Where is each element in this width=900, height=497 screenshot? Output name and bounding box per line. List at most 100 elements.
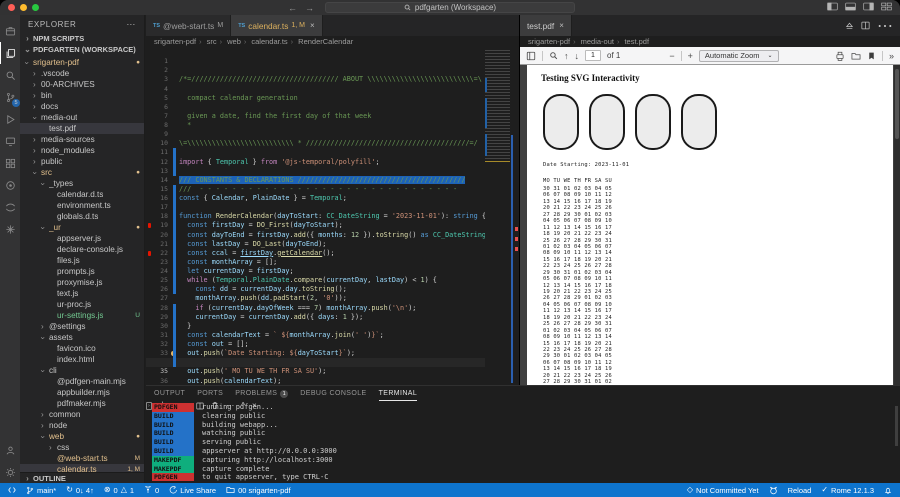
- nav-forward-icon[interactable]: →: [305, 3, 314, 13]
- live-share-status[interactable]: Live Share: [169, 486, 216, 495]
- code-line[interactable]: 35 return out.join('\n');: [146, 358, 485, 367]
- breadcrumb-item[interactable]: calendar.ts: [241, 37, 288, 46]
- code-line[interactable]: 9: [146, 121, 485, 130]
- pdf-tab[interactable]: test.pdf ×: [520, 15, 572, 36]
- tree-item[interactable]: test.pdf: [20, 123, 144, 134]
- tree-item[interactable]: environment.ts: [20, 200, 144, 211]
- code-line[interactable]: 37 /// - - - - - - - - - - - - - - - - -…: [146, 377, 485, 386]
- tree-item[interactable]: files.js: [20, 255, 144, 266]
- panel-tab[interactable]: DEBUG CONSOLE: [300, 386, 366, 401]
- workspace-section[interactable]: ⌄ PDFGARTEN (WORKSPACE): [20, 44, 144, 55]
- run-debug-icon[interactable]: [0, 108, 20, 130]
- toolbox-icon[interactable]: [0, 20, 20, 42]
- code-line[interactable]: 29 const calendarText = ` ${monthArray.j…: [146, 304, 485, 313]
- tree-item[interactable]: _types: [20, 178, 144, 189]
- tree-item[interactable]: index.html: [20, 354, 144, 365]
- search-view-icon[interactable]: [0, 64, 20, 86]
- ports-status[interactable]: 0: [144, 486, 159, 495]
- tree-item[interactable]: appserver.js: [20, 233, 144, 244]
- toggle-panel-icon[interactable]: [845, 2, 856, 11]
- tab-close-icon[interactable]: ×: [559, 21, 564, 30]
- code-line[interactable]: 22 let currentDay = firstDay;: [146, 240, 485, 249]
- code-line[interactable]: 25 monthArray.push(dd.padStart(2, '0'));: [146, 267, 485, 276]
- code-line[interactable]: 11: [146, 139, 485, 148]
- tree-item[interactable]: ur-settings.js U: [20, 310, 144, 321]
- tree-item[interactable]: public: [20, 156, 144, 167]
- tree-item[interactable]: common: [20, 409, 144, 420]
- pdf-zoom-out-icon[interactable]: −: [669, 51, 674, 61]
- pdf-viewport[interactable]: Testing SVG Interactivity Date Starting:…: [520, 65, 900, 385]
- code-line[interactable]: 36 }: [146, 367, 485, 376]
- tree-item[interactable]: .vscode: [20, 68, 144, 79]
- minimize-window-button[interactable]: [20, 4, 27, 11]
- tree-item[interactable]: @settings: [20, 321, 144, 332]
- lightbulb-icon[interactable]: [171, 351, 176, 356]
- github-status[interactable]: [769, 486, 778, 495]
- tree-item[interactable]: declare-console.js: [20, 244, 144, 255]
- minimap[interactable]: [485, 50, 510, 162]
- panel-tab[interactable]: PROBLEMS 1: [235, 386, 288, 401]
- code-line[interactable]: 14 const { Calendar, PlainDate } = Tempo…: [146, 167, 485, 176]
- code-line[interactable]: 4: [146, 75, 485, 84]
- code-line[interactable]: 20 const ccal = firstDay.getCalendar();: [146, 221, 485, 230]
- code-lines[interactable]: 1 /*=///////////////////////////////////…: [146, 48, 485, 385]
- code-line[interactable]: 33 out.push(' MO TU WE TH FR SA SU');: [146, 340, 485, 349]
- docker-icon[interactable]: [0, 174, 20, 196]
- pdf-zoom-select[interactable]: Automatic Zoom ⌄: [699, 50, 779, 62]
- tree-item[interactable]: appbuilder.mjs: [20, 387, 144, 398]
- split-editor-icon[interactable]: [861, 21, 870, 30]
- account-icon[interactable]: [0, 439, 20, 461]
- pdf-prev-page-icon[interactable]: ↑: [564, 51, 569, 61]
- tree-item[interactable]: @pdfgen-main.mjs: [20, 376, 144, 387]
- terminal-output[interactable]: PDFGEN running pdfgen... BUILD clearing …: [152, 403, 890, 481]
- tree-item[interactable]: web ●: [20, 431, 144, 442]
- tree-item[interactable]: pdfmaker.mjs: [20, 398, 144, 409]
- breadcrumb-item[interactable]: test.pdf: [614, 37, 649, 46]
- code-editor[interactable]: 1 /*=///////////////////////////////////…: [146, 47, 519, 385]
- settings-sync-icon[interactable]: [0, 218, 20, 240]
- problems-status[interactable]: ⊗ 0 △ 1: [104, 486, 134, 495]
- tree-item[interactable]: media-out: [20, 112, 144, 123]
- pdf-find-icon[interactable]: [549, 51, 558, 60]
- tree-item[interactable]: calendar.d.ts: [20, 189, 144, 200]
- editor-tab[interactable]: @web-start.ts M: [146, 15, 231, 36]
- tree-item[interactable]: favicon.ico: [20, 343, 144, 354]
- breadcrumb-item[interactable]: srigarten-pdf: [528, 37, 570, 46]
- customize-layout-icon[interactable]: [881, 2, 892, 11]
- code-line[interactable]: 16 function RenderCalendar(dayToStart: C…: [146, 185, 485, 194]
- code-line[interactable]: 19 const lastDay = DO_Last(dayToEnd);: [146, 212, 485, 221]
- formatter-status[interactable]: ✓ Rome 12.1.3: [821, 486, 874, 495]
- code-line[interactable]: 10 import { Temporal } from '@js-tempora…: [146, 130, 485, 139]
- code-line[interactable]: 28 }: [146, 294, 485, 303]
- code-line[interactable]: 6 *: [146, 94, 485, 103]
- tree-item[interactable]: node: [20, 420, 144, 431]
- code-line[interactable]: 21 const monthArray = [];: [146, 231, 485, 240]
- tree-item[interactable]: src ●: [20, 167, 144, 178]
- open-external-icon[interactable]: [845, 21, 854, 30]
- tree-item[interactable]: media-sources: [20, 134, 144, 145]
- tree-item[interactable]: srigarten-pdf ●: [20, 57, 144, 68]
- breadcrumb-item[interactable]: media-out: [570, 37, 614, 46]
- npm-scripts-section[interactable]: › NPM SCRIPTS: [20, 33, 144, 44]
- panel-tab[interactable]: PORTS: [197, 386, 223, 401]
- tree-item[interactable]: 00-ARCHIVES: [20, 79, 144, 90]
- breadcrumb-item[interactable]: RenderCalendar: [288, 37, 354, 46]
- notifications-bell[interactable]: [884, 486, 892, 495]
- toggle-sidebar-icon[interactable]: [827, 2, 838, 11]
- pdf-bookmark-icon[interactable]: [867, 51, 876, 61]
- code-line[interactable]: 24 const dd = currentDay.day.toString();: [146, 258, 485, 267]
- code-line[interactable]: 18 const dayToEnd = firstDay.add({ month…: [146, 203, 485, 212]
- tree-item[interactable]: @web-start.ts M: [20, 453, 144, 464]
- explorer-icon[interactable]: [0, 42, 20, 64]
- branch-status[interactable]: main*: [26, 486, 56, 495]
- tree-item[interactable]: cli: [20, 365, 144, 376]
- pdf-more-tools-icon[interactable]: »: [889, 51, 894, 61]
- code-line[interactable]: 1 /*=///////////////////////////////////…: [146, 48, 485, 57]
- close-window-button[interactable]: [8, 4, 15, 11]
- commit-status[interactable]: ◇ Not Committed Yet: [687, 486, 759, 495]
- tree-item[interactable]: _ur ●: [20, 222, 144, 233]
- tree-item[interactable]: globals.d.ts: [20, 211, 144, 222]
- tree-item[interactable]: assets: [20, 332, 144, 343]
- pdf-print-icon[interactable]: [835, 51, 845, 61]
- pdf-next-page-icon[interactable]: ↓: [575, 51, 580, 61]
